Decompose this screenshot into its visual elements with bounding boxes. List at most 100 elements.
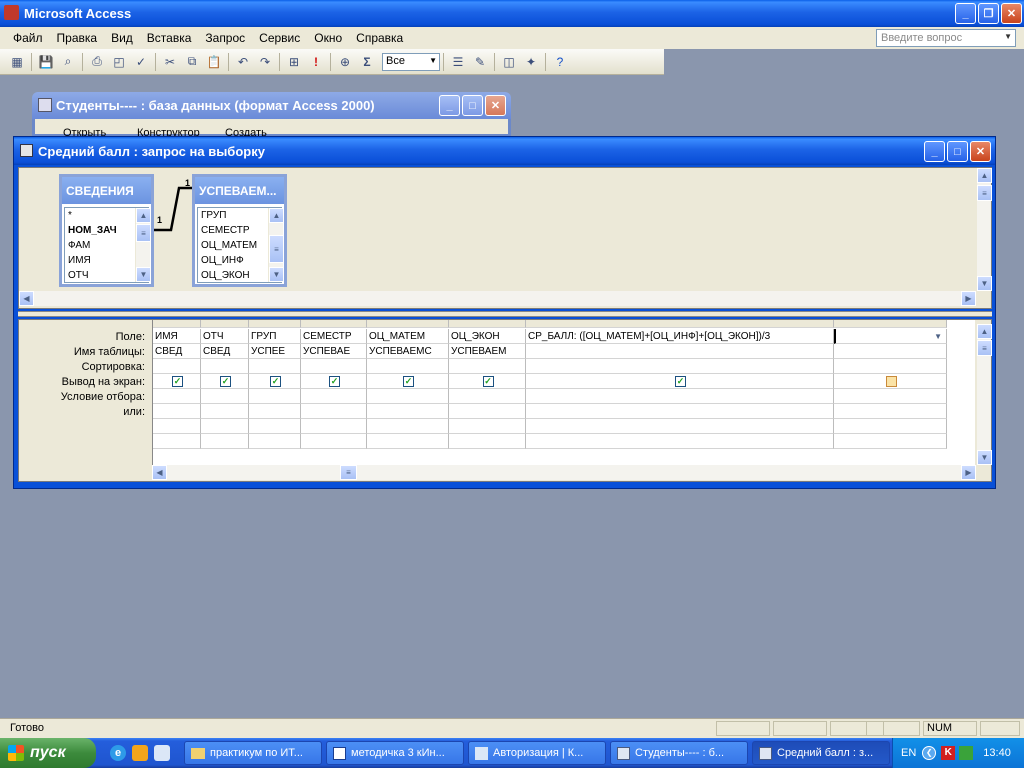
grid-field-cell[interactable]: ▼ — [834, 329, 947, 344]
grid-horizontal-scrollbar[interactable]: ◀ ≡ ▶ — [152, 465, 976, 480]
grid-criteria-cell[interactable] — [834, 389, 947, 404]
grid-criteria-cell[interactable] — [153, 389, 201, 404]
menu-query[interactable]: Запрос — [198, 31, 252, 45]
column-selector[interactable] — [201, 320, 249, 328]
grid-table-cell[interactable] — [834, 344, 947, 359]
grid-show-cell[interactable] — [834, 374, 947, 389]
grid-or-cell[interactable] — [249, 404, 301, 419]
db-minimize-button[interactable]: _ — [439, 95, 460, 116]
outlook-icon[interactable] — [132, 745, 148, 761]
table-header[interactable]: СВЕДЕНИЯ — [62, 177, 151, 204]
grid-field-cell[interactable]: СР_БАЛЛ: ([ОЦ_МАТЕМ]+[ОЦ_ИНФ]+[ОЦ_ЭКОН])… — [526, 329, 834, 344]
help-question-input[interactable]: Введите вопрос ▼ — [876, 29, 1016, 47]
grid-or-cell[interactable] — [201, 434, 249, 449]
chevron-down-icon[interactable]: ▼ — [934, 329, 942, 343]
grid-or-cell[interactable] — [249, 434, 301, 449]
new-object-icon[interactable]: ✦ — [520, 51, 542, 73]
grid-vertical-scrollbar[interactable]: ▲ ≡ ▼ — [976, 324, 992, 465]
task-button[interactable]: практикум по ИТ... — [184, 741, 322, 765]
grid-or-cell[interactable] — [153, 419, 201, 434]
grid-table-cell[interactable]: УСПЕВАЕМ — [449, 344, 526, 359]
network-icon[interactable] — [959, 746, 974, 760]
scroll-up-icon[interactable]: ▲ — [977, 168, 992, 183]
grid-criteria-cell[interactable] — [449, 389, 526, 404]
table-uspevaemost[interactable]: УСПЕВАЕМ... ГРУП СЕМЕСТР ОЦ_МАТЕМ ОЦ_ИНФ… — [192, 174, 287, 287]
grid-sort-cell[interactable] — [449, 359, 526, 374]
grid-table-cell[interactable] — [526, 344, 834, 359]
redo-icon[interactable]: ↷ — [254, 51, 276, 73]
grid-or-cell[interactable] — [301, 434, 367, 449]
grid-field-cell[interactable]: ОЦ_МАТЕМ — [367, 329, 449, 344]
grid-sort-cell[interactable] — [201, 359, 249, 374]
column-selector[interactable] — [249, 320, 301, 328]
scroll-up-icon[interactable]: ▲ — [136, 208, 151, 223]
grid-sort-cell[interactable] — [249, 359, 301, 374]
scroll-thumb[interactable]: ≡ — [269, 235, 284, 263]
grid-criteria-cell[interactable] — [526, 389, 834, 404]
menu-edit[interactable]: Правка — [50, 31, 105, 45]
start-button[interactable]: пуск — [0, 738, 96, 768]
cut-icon[interactable]: ✂ — [159, 51, 181, 73]
column-selector[interactable] — [367, 320, 449, 328]
scroll-thumb[interactable]: ≡ — [977, 340, 992, 356]
grid-criteria-cell[interactable] — [201, 389, 249, 404]
search-icon[interactable]: ⌕ — [57, 51, 79, 73]
grid-or-cell[interactable] — [834, 404, 947, 419]
grid-or-cell[interactable] — [526, 404, 834, 419]
grid-or-cell[interactable] — [201, 404, 249, 419]
table-header[interactable]: УСПЕВАЕМ... — [195, 177, 284, 204]
scroll-right-icon[interactable]: ▶ — [961, 291, 976, 306]
scroll-thumb[interactable]: ≡ — [136, 224, 151, 242]
grid-show-cell[interactable]: ✓ — [526, 374, 834, 389]
grid-sort-cell[interactable] — [526, 359, 834, 374]
query-type-icon[interactable]: ⊞ — [283, 51, 305, 73]
menu-view[interactable]: Вид — [104, 31, 140, 45]
column-selector[interactable] — [153, 320, 201, 328]
field-list-scrollbar[interactable]: ▲ ≡ ▼ — [135, 208, 151, 282]
close-button[interactable]: ✕ — [1001, 3, 1022, 24]
view-icon[interactable]: ▦ — [6, 51, 28, 73]
design-horizontal-scrollbar[interactable]: ◀ ▶ — [19, 291, 976, 306]
task-button-active[interactable]: Средний балл : з... — [752, 741, 890, 765]
grid-field-cell[interactable]: ИМЯ — [153, 329, 201, 344]
query-minimize-button[interactable]: _ — [924, 141, 945, 162]
build-icon[interactable]: ✎ — [469, 51, 491, 73]
grid-or-cell[interactable] — [526, 434, 834, 449]
grid-table-cell[interactable]: СВЕД — [153, 344, 201, 359]
grid-sort-cell[interactable] — [834, 359, 947, 374]
db-close-button[interactable]: ✕ — [485, 95, 506, 116]
show-table-icon[interactable]: ⊕ — [334, 51, 356, 73]
scroll-thumb[interactable]: ≡ — [977, 185, 992, 201]
db-maximize-button[interactable]: □ — [462, 95, 483, 116]
query-window-title-bar[interactable]: Средний балл : запрос на выборку _ □ ✕ — [14, 137, 995, 165]
field-list-scrollbar[interactable]: ▲ ≡ ▼ — [268, 208, 284, 282]
table-svedeniya[interactable]: СВЕДЕНИЯ * НОМ_ЗАЧ ФАМ ИМЯ ОТЧ ▲ ≡ ▼ — [59, 174, 154, 287]
scroll-down-icon[interactable]: ▼ — [977, 450, 992, 465]
help-icon[interactable]: ? — [549, 51, 571, 73]
query-close-button[interactable]: ✕ — [970, 141, 991, 162]
grid-criteria-cell[interactable] — [301, 389, 367, 404]
grid-field-cell[interactable]: ГРУП — [249, 329, 301, 344]
print-preview-icon[interactable]: ◰ — [108, 51, 130, 73]
grid-field-cell[interactable]: ОЦ_ЭКОН — [449, 329, 526, 344]
task-button[interactable]: методичка 3 кИн... — [326, 741, 464, 765]
column-selector[interactable] — [834, 320, 947, 328]
grid-or-cell[interactable] — [301, 404, 367, 419]
menu-insert[interactable]: Вставка — [140, 31, 199, 45]
grid-or-cell[interactable] — [249, 419, 301, 434]
show-checkbox[interactable] — [885, 376, 897, 387]
show-checkbox-checked[interactable]: ✓ — [675, 376, 686, 387]
column-selector[interactable] — [301, 320, 367, 328]
language-indicator[interactable]: EN — [901, 747, 916, 759]
menu-help[interactable]: Справка — [349, 31, 410, 45]
pane-splitter[interactable] — [18, 311, 992, 317]
database-window-icon[interactable]: ◫ — [498, 51, 520, 73]
show-checkbox-checked[interactable]: ✓ — [482, 376, 494, 387]
query-maximize-button[interactable]: □ — [947, 141, 968, 162]
show-checkbox-checked[interactable]: ✓ — [403, 376, 414, 387]
chevron-left-icon[interactable]: ❮ — [922, 746, 937, 760]
grid-sort-cell[interactable] — [367, 359, 449, 374]
paste-icon[interactable]: 📋 — [203, 51, 225, 73]
top-values-select[interactable]: Все ▼ — [382, 52, 440, 71]
grid-or-cell[interactable] — [449, 419, 526, 434]
